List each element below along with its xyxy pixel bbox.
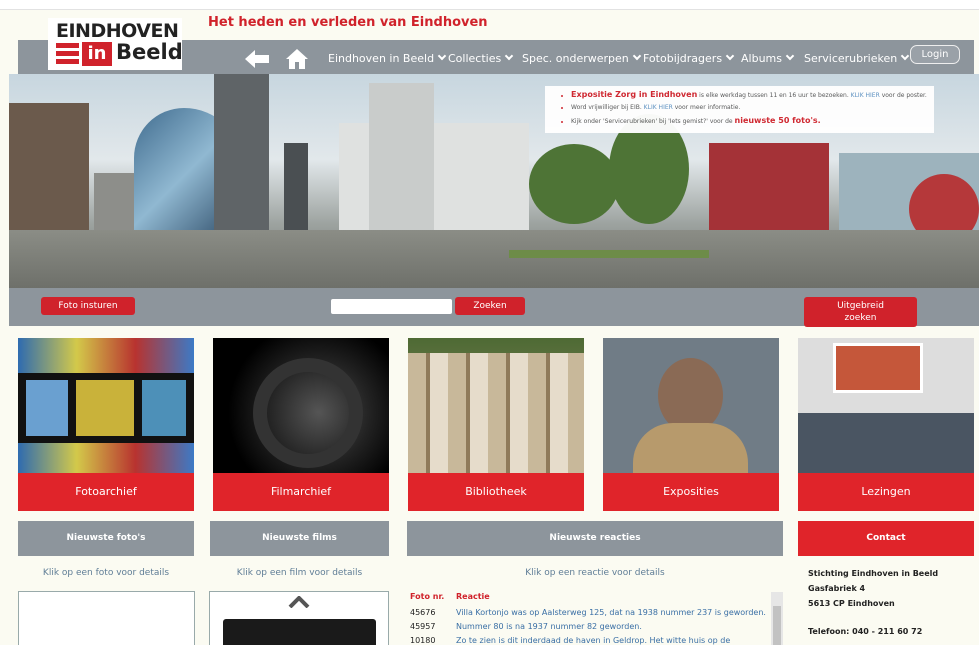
chevron-up-icon[interactable] [288, 596, 310, 608]
logo-text-in: in [82, 42, 112, 66]
contact-city: 5613 CP Eindhoven [808, 599, 895, 608]
filmarchief-image [213, 338, 389, 473]
contact-street: Gasfabriek 4 [808, 584, 866, 593]
tile-label: Filmarchief [213, 473, 389, 511]
nav-label: Spec. onderwerpen [522, 52, 629, 65]
chevron-down-icon [504, 51, 514, 61]
scrollbar-thumb[interactable] [773, 606, 781, 645]
contact-phone: Telefoon: 040 - 211 60 72 [808, 627, 923, 636]
announcement-expo-tail: voor de poster. [879, 92, 927, 99]
header-nieuwste-fotos: Nieuwste foto's [18, 521, 194, 556]
tile-label: Exposities [603, 473, 779, 511]
nav-collecties[interactable]: Collecties [448, 51, 514, 65]
reacties-scrollbar[interactable] [771, 592, 783, 645]
hint-films: Klik op een film voor details [236, 568, 363, 578]
header-contact: Contact [798, 521, 974, 556]
tile-label: Fotoarchief [18, 473, 194, 511]
chevron-down-icon [725, 51, 735, 61]
exposities-image [603, 338, 779, 473]
tile-fotoarchief[interactable]: Fotoarchief [18, 338, 194, 511]
announcement-volunteer-text: Word vrijwilliger bij EIB. [571, 104, 644, 111]
login-button[interactable]: Login [910, 45, 960, 64]
chevron-down-icon [632, 51, 642, 61]
hint-fotos: Klik op een foto voor details [42, 568, 170, 578]
nav-label: Albums [741, 52, 782, 65]
zoeken-label: zoeken [844, 313, 877, 323]
reactie-nr[interactable]: 45957 [410, 622, 435, 631]
logo-text-eindhoven: EINDHOVEN [56, 20, 179, 42]
announcement-volunteer-link[interactable]: KLIK HIER [644, 104, 673, 111]
zoeken-button[interactable]: Zoeken [455, 297, 525, 315]
nav-label: Eindhoven in Beeld [328, 52, 435, 65]
nav-spec-onderwerpen[interactable]: Spec. onderwerpen [522, 51, 642, 65]
tile-bibliotheek[interactable]: Bibliotheek [408, 338, 584, 511]
tile-filmarchief[interactable]: Filmarchief [213, 338, 389, 511]
announcement-volunteer-tail: voor meer informatie. [672, 104, 741, 111]
chevron-down-icon [437, 51, 447, 61]
tile-exposities[interactable]: Exposities [603, 338, 779, 511]
nav-fotobijdragers[interactable]: Fotobijdragers [643, 51, 735, 65]
fotoarchief-image [18, 338, 194, 473]
announcement-new-link[interactable]: nieuwste 50 foto's. [735, 116, 821, 125]
reactie-text[interactable]: Nummer 80 is na 1937 nummer 82 geworden. [456, 622, 642, 631]
nav-label: Fotobijdragers [643, 52, 723, 65]
chevron-down-icon [785, 51, 795, 61]
header-nieuwste-films: Nieuwste films [210, 521, 389, 556]
reactie-text[interactable]: Zo te zien is dit inderdaad de haven in … [456, 636, 730, 645]
tile-label: Lezingen [798, 473, 974, 511]
site-logo[interactable]: EINDHOVEN in Beeld [48, 18, 183, 70]
reacties-col-reactie: Reactie [456, 592, 490, 601]
home-icon[interactable] [286, 49, 308, 69]
reactie-nr[interactable]: 45676 [410, 608, 435, 617]
hint-reacties: Klik op een reactie voor details [525, 568, 665, 578]
announcement-expo-title[interactable]: Expositie Zorg in Eindhoven [571, 90, 697, 99]
reactie-nr[interactable]: 10180 [410, 636, 435, 645]
fotos-carousel[interactable] [18, 591, 195, 645]
lezingen-image [798, 338, 974, 473]
nav-servicerubrieken[interactable]: Servicerubrieken [804, 51, 910, 65]
foto-insturen-button[interactable]: Foto insturen [41, 297, 135, 315]
reacties-col-nr: Foto nr. [410, 592, 445, 601]
top-strip [0, 0, 979, 10]
search-input[interactable] [331, 299, 452, 314]
reactie-text[interactable]: Villa Kortonjo was op Aalsterweg 125, da… [456, 608, 766, 617]
tile-lezingen[interactable]: Lezingen [798, 338, 974, 511]
film-thumbnail[interactable] [223, 619, 376, 645]
site-tagline: Het heden en verleden van Eindhoven [208, 15, 488, 30]
logo-bars-icon [56, 43, 79, 65]
uitgebreid-label: Uitgebreid [837, 301, 884, 311]
announcement-box: Expositie Zorg in Eindhoven is elke werk… [545, 86, 934, 133]
logo-text-beeld: Beeld [116, 40, 183, 64]
bibliotheek-image [408, 338, 584, 473]
nav-albums[interactable]: Albums [741, 51, 795, 65]
nav-eindhoven-in-beeld[interactable]: Eindhoven in Beeld [328, 51, 447, 65]
tile-label: Bibliotheek [408, 473, 584, 511]
back-arrow-icon[interactable] [245, 50, 269, 68]
nav-label: Collecties [448, 52, 502, 65]
nav-label: Servicerubrieken [804, 52, 898, 65]
uitgebreid-zoeken-button[interactable]: Uitgebreid zoeken [804, 297, 917, 327]
contact-name: Stichting Eindhoven in Beeld [808, 569, 939, 578]
announcement-new-text: Kijk onder 'Servicerubrieken' bij 'Iets … [571, 118, 735, 125]
films-carousel[interactable] [209, 591, 389, 645]
header-nieuwste-reacties: Nieuwste reacties [407, 521, 783, 556]
chevron-down-icon [900, 51, 910, 61]
announcement-expo-text: is elke werkdag tussen 11 en 16 uur te b… [697, 92, 851, 99]
announcement-expo-link[interactable]: KLIK HIER [851, 92, 880, 99]
